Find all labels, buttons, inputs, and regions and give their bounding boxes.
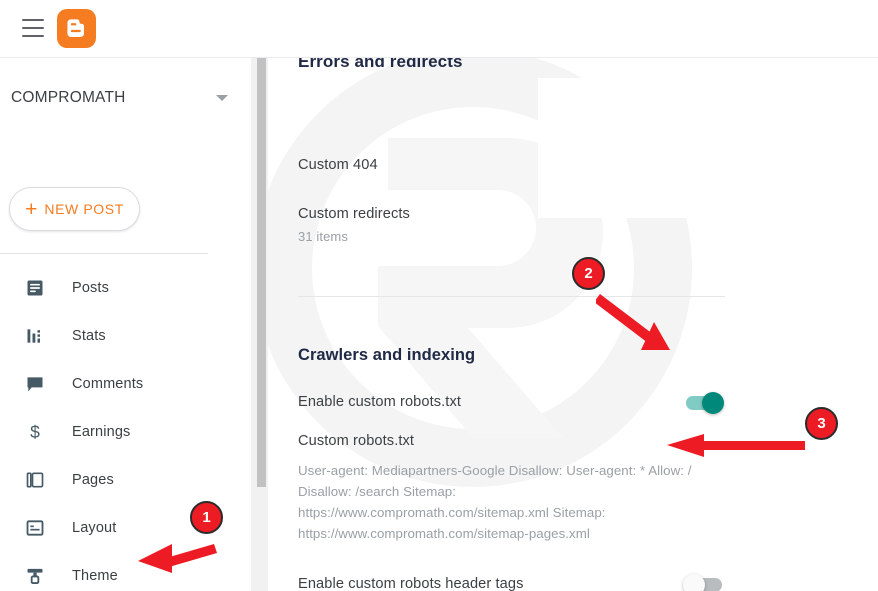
errors-and-redirects-heading: Errors and redirects bbox=[298, 58, 463, 72]
sidebar-divider bbox=[0, 253, 208, 254]
custom-redirects-value: 31 items bbox=[298, 229, 410, 244]
stats-icon bbox=[24, 325, 46, 347]
enable-custom-robots-toggle[interactable] bbox=[686, 396, 722, 410]
enable-robots-header-tags-row[interactable]: Enable custom robots header tags bbox=[298, 576, 523, 591]
sidebar-item-comments[interactable]: Comments bbox=[0, 360, 250, 408]
new-post-button[interactable]: + NEW POST bbox=[9, 187, 140, 231]
posts-icon bbox=[24, 277, 46, 299]
toggle-knob bbox=[702, 392, 724, 414]
pages-icon bbox=[24, 469, 46, 491]
toggle-knob bbox=[683, 574, 705, 591]
sidebar-item-label: Theme bbox=[72, 568, 118, 584]
svg-text:$: $ bbox=[30, 422, 40, 442]
sidebar-item-label: Stats bbox=[72, 328, 106, 344]
vertical-scrollbar-thumb[interactable] bbox=[257, 54, 266, 487]
sidebar-item-label: Comments bbox=[72, 376, 143, 392]
chevron-down-icon bbox=[216, 95, 228, 101]
sidebar-item-label: Posts bbox=[72, 280, 109, 296]
blog-name-label: COMPROMATH bbox=[11, 89, 126, 107]
section-divider bbox=[298, 296, 725, 297]
new-post-label: NEW POST bbox=[44, 201, 123, 217]
enable-custom-robots-row[interactable]: Enable custom robots.txt bbox=[298, 394, 461, 410]
sidebar-nav: Posts Stats Comments bbox=[0, 264, 250, 591]
layout-icon bbox=[24, 517, 46, 539]
theme-icon bbox=[24, 565, 46, 587]
custom-404-label: Custom 404 bbox=[298, 157, 378, 173]
blogger-settings-page: COMPROMATH + NEW POST Posts bbox=[0, 0, 878, 591]
custom-404-row[interactable]: Custom 404 bbox=[298, 157, 378, 173]
enable-robots-header-tags-toggle[interactable] bbox=[686, 578, 722, 591]
sidebar-item-label: Earnings bbox=[72, 424, 130, 440]
blogger-b-glyph bbox=[64, 16, 89, 41]
custom-robots-txt-value: User-agent: Mediapartners-Google Disallo… bbox=[298, 460, 708, 544]
comments-icon bbox=[24, 373, 46, 395]
sidebar-item-earnings[interactable]: $ Earnings bbox=[0, 408, 250, 456]
step-badge-3: 3 bbox=[805, 407, 838, 440]
top-app-bar bbox=[0, 0, 878, 58]
sidebar-item-label: Pages bbox=[72, 472, 114, 488]
plus-icon: + bbox=[25, 199, 37, 220]
settings-main-panel: Errors and redirects Custom 404 Custom r… bbox=[268, 58, 878, 591]
custom-robots-txt-label: Custom robots.txt bbox=[298, 433, 708, 449]
enable-custom-robots-label: Enable custom robots.txt bbox=[298, 394, 461, 410]
step-badge-1: 1 bbox=[190, 501, 223, 534]
enable-robots-header-tags-label: Enable custom robots header tags bbox=[298, 576, 523, 591]
hamburger-menu-icon[interactable] bbox=[22, 19, 44, 37]
blogger-logo-icon[interactable] bbox=[57, 9, 96, 48]
sidebar-item-theme[interactable]: Theme bbox=[0, 552, 250, 591]
sidebar-item-posts[interactable]: Posts bbox=[0, 264, 250, 312]
custom-redirects-row[interactable]: Custom redirects 31 items bbox=[298, 206, 410, 244]
custom-redirects-label: Custom redirects bbox=[298, 206, 410, 222]
step-badge-2: 2 bbox=[572, 257, 605, 290]
sidebar-item-pages[interactable]: Pages bbox=[0, 456, 250, 504]
crawlers-and-indexing-heading: Crawlers and indexing bbox=[298, 346, 475, 365]
sidebar-item-label: Layout bbox=[72, 520, 116, 536]
custom-robots-txt-row[interactable]: Custom robots.txt User-agent: Mediapartn… bbox=[298, 433, 708, 544]
earnings-dollar-icon: $ bbox=[24, 421, 46, 443]
blog-switcher[interactable]: COMPROMATH bbox=[0, 78, 250, 118]
sidebar-item-stats[interactable]: Stats bbox=[0, 312, 250, 360]
